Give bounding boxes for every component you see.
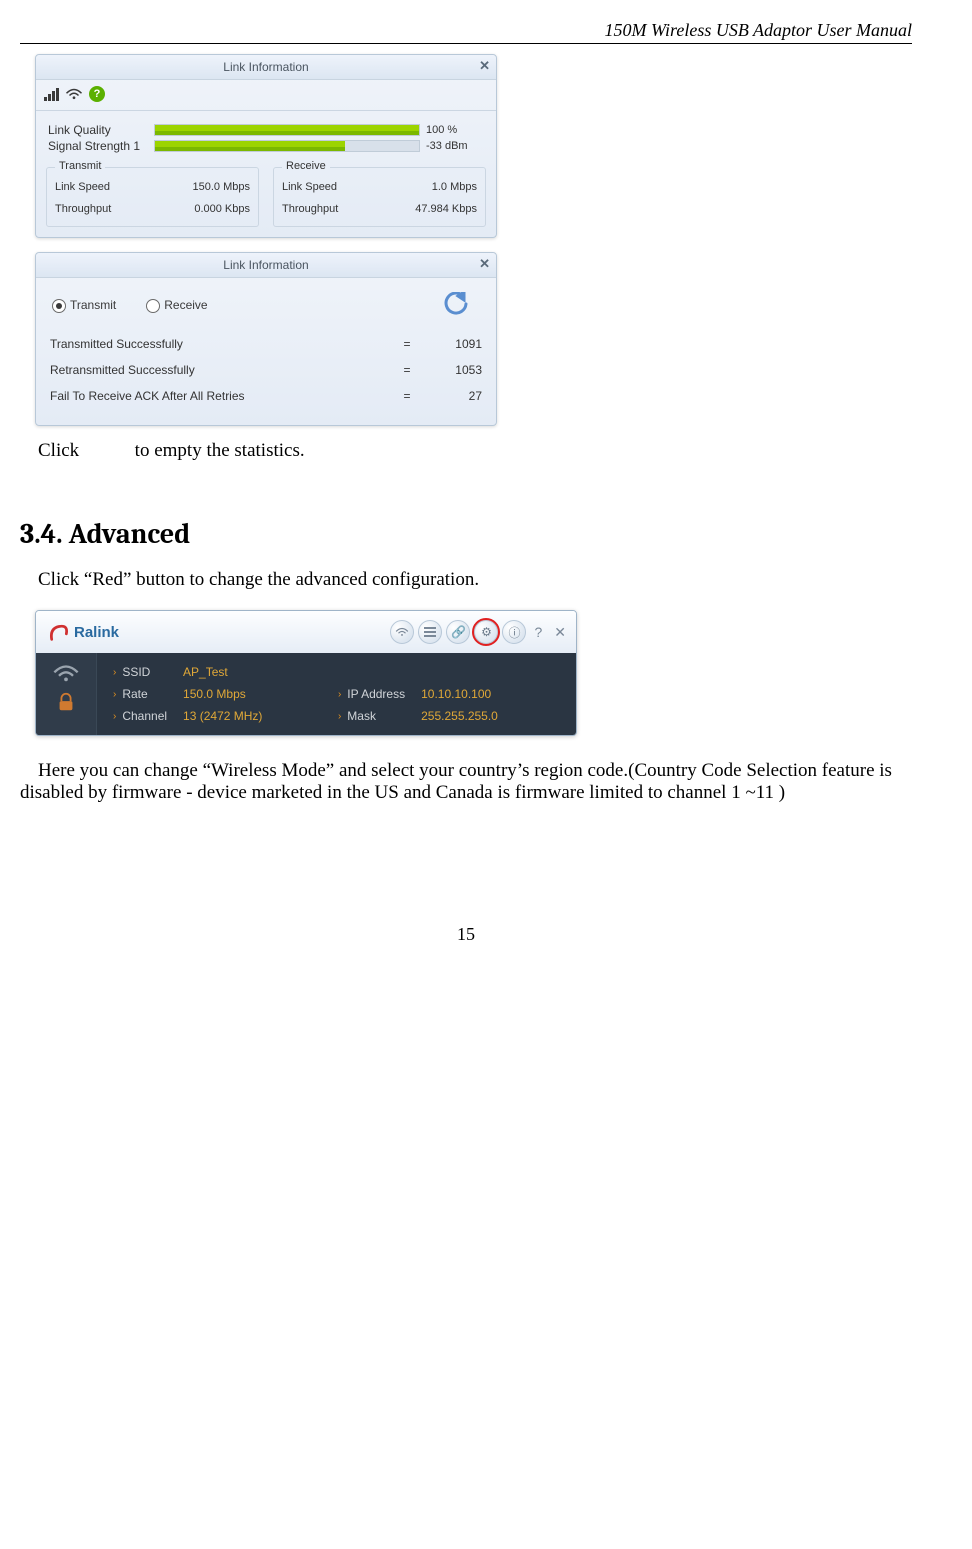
list-toolbar-icon[interactable] <box>418 620 442 644</box>
reset-icon[interactable] <box>442 292 470 319</box>
ralink-toolbar-figure: Ralink 🔗 ⚙ ⓘ ? ✕ ›SSID AP_Test ›Rate 150… <box>35 610 577 736</box>
click-post: to empty the statistics. <box>135 440 305 461</box>
lock-icon <box>55 691 77 716</box>
ssid-value: AP_Test <box>183 665 228 679</box>
equals-sign: = <box>392 357 422 383</box>
panel-title-bar: Link Information ✕ <box>36 55 496 80</box>
tx-thr-label: Throughput <box>55 198 194 220</box>
close-toolbar-icon[interactable]: ✕ <box>550 624 570 641</box>
gear-toolbar-icon[interactable]: ⚙ <box>474 620 498 644</box>
receive-fieldset: Receive Link Speed1.0 Mbps Throughput47.… <box>273 167 486 227</box>
help-toolbar-icon[interactable]: ? <box>530 624 546 640</box>
channel-value: 13 (2472 MHz) <box>183 709 262 723</box>
stat-value: 27 <box>422 383 482 409</box>
transmit-legend: Transmit <box>55 160 105 172</box>
tx-speed-value: 150.0 Mbps <box>193 176 250 198</box>
signal-strength-value: -33 dBm <box>426 140 484 152</box>
link-quality-label: Link Quality <box>48 123 148 137</box>
panel-title-bar: Link Information ✕ <box>36 253 496 278</box>
close-icon[interactable]: ✕ <box>479 256 490 272</box>
link-info-panel-2: Link Information ✕ Transmit Receive Tran… <box>35 252 497 426</box>
channel-label: Channel <box>122 709 167 723</box>
stat-value: 1053 <box>422 357 482 383</box>
rx-speed-value: 1.0 Mbps <box>432 176 477 198</box>
stat-label: Retransmitted Successfully <box>50 357 392 383</box>
stat-row: Transmitted Successfully = 1091 <box>50 331 482 357</box>
wifi-icon <box>65 87 83 101</box>
transmit-radio-label: Transmit <box>70 298 116 312</box>
wifi-toolbar-icon[interactable] <box>390 620 414 644</box>
icon-row: ? <box>36 80 496 110</box>
stat-label: Fail To Receive ACK After All Retries <box>50 383 392 409</box>
link-info-panel-1: Link Information ✕ ? Link Quality 100 % … <box>35 54 497 238</box>
receive-radio[interactable]: Receive <box>146 298 207 313</box>
note-text: Here you can change “Wireless Mode” and … <box>20 760 912 804</box>
ralink-logo: Ralink <box>48 621 119 643</box>
rate-label: Rate <box>122 687 147 701</box>
ralink-logo-text: Ralink <box>74 624 119 641</box>
close-icon[interactable]: ✕ <box>479 58 490 74</box>
click-instruction: Click to empty the statistics. <box>20 440 912 462</box>
ip-value: 10.10.10.100 <box>421 687 491 701</box>
receive-radio-label: Receive <box>164 298 207 312</box>
transmit-fieldset: Transmit Link Speed150.0 Mbps Throughput… <box>46 167 259 227</box>
tx-thr-value: 0.000 Kbps <box>194 198 250 220</box>
stat-label: Transmitted Successfully <box>50 331 392 357</box>
transmit-radio[interactable]: Transmit <box>52 298 116 313</box>
wifi-status-icon <box>52 663 80 683</box>
rx-thr-value: 47.984 Kbps <box>415 198 477 220</box>
section-heading: 3.4. Advanced <box>20 518 912 550</box>
ssid-label: SSID <box>122 665 150 679</box>
page-header: 150M Wireless USB Adaptor User Manual <box>20 20 912 44</box>
info-toolbar-icon[interactable]: ⓘ <box>502 620 526 644</box>
equals-sign: = <box>392 331 422 357</box>
link-quality-row: Link Quality 100 % <box>48 123 484 137</box>
equals-sign: = <box>392 383 422 409</box>
page-number: 15 <box>20 924 912 945</box>
stat-value: 1091 <box>422 331 482 357</box>
stat-row: Fail To Receive ACK After All Retries = … <box>50 383 482 409</box>
help-icon[interactable]: ? <box>89 86 105 102</box>
signal-bars-icon <box>44 88 59 101</box>
panel-title: Link Information <box>223 60 308 74</box>
panel-title: Link Information <box>223 258 308 272</box>
mask-label: Mask <box>347 709 376 723</box>
stat-row: Retransmitted Successfully = 1053 <box>50 357 482 383</box>
mask-value: 255.255.255.0 <box>421 709 498 723</box>
link-quality-value: 100 % <box>426 124 484 136</box>
click-pre: Click <box>38 440 79 461</box>
signal-strength-label: Signal Strength 1 <box>48 139 148 153</box>
signal-strength-row: Signal Strength 1 -33 dBm <box>48 139 484 153</box>
rx-thr-label: Throughput <box>282 198 415 220</box>
link-toolbar-icon[interactable]: 🔗 <box>446 620 470 644</box>
tx-speed-label: Link Speed <box>55 176 193 198</box>
ip-label: IP Address <box>347 687 405 701</box>
section-intro: Click “Red” button to change the advance… <box>20 569 912 591</box>
rx-speed-label: Link Speed <box>282 176 432 198</box>
rate-value: 150.0 Mbps <box>183 687 246 701</box>
receive-legend: Receive <box>282 160 330 172</box>
